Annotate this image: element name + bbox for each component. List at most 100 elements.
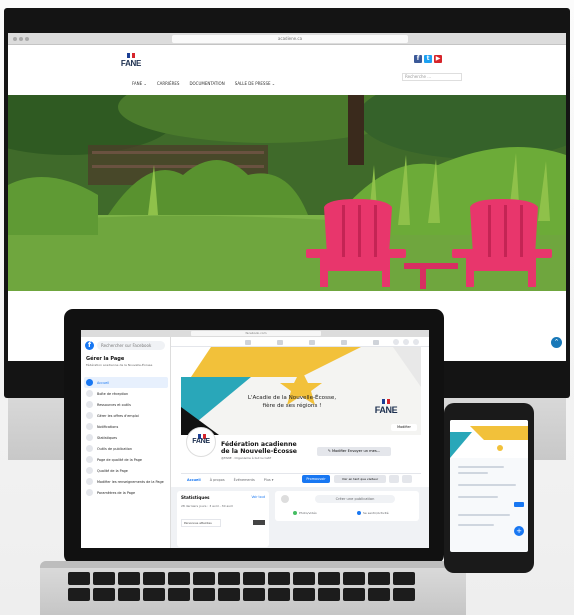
device-mockup-photo: acadiene.ca FANE f t ▶ Recherche ... FAN… [0, 0, 574, 615]
sidebar-item-label: Gérer les offres d'emploi [97, 413, 139, 418]
facebook-manage-sidebar: f Rechercher sur Facebook Gérer la Page … [81, 337, 171, 548]
phone-cover-svg [450, 420, 528, 458]
sidebar-item-notifications[interactable]: Notifications [84, 421, 168, 432]
promote-button[interactable]: Promouvoir [302, 475, 330, 483]
keyboard-key [193, 588, 215, 601]
keyboard-key [243, 572, 265, 585]
laptop-hinge [40, 561, 466, 568]
marketplace-icon[interactable] [309, 340, 315, 345]
tab-evenements[interactable]: Événements [234, 478, 255, 482]
home-icon[interactable] [245, 340, 251, 345]
browser-toolbar: acadiene.ca [8, 33, 566, 45]
sidebar-item-inbox[interactable]: Boîte de réception [84, 388, 168, 399]
sidebar-item-insights[interactable]: Statistiques [84, 432, 168, 443]
keyboard-key [168, 572, 190, 585]
reach-stat-box[interactable]: Personnes atteintes [181, 519, 221, 527]
messenger-icon[interactable] [403, 339, 409, 345]
sidebar-item-label: Ressources et outils [97, 402, 131, 407]
facebook-search-input[interactable]: Rechercher sur Facebook [97, 341, 165, 350]
tab-a-propos[interactable]: À propos [210, 478, 225, 482]
menu-icon[interactable] [393, 339, 399, 345]
twitter-icon[interactable]: t [424, 55, 432, 63]
browser-url-field[interactable]: acadiene.ca [172, 35, 408, 43]
phone-text-line [458, 466, 504, 468]
gaming-icon[interactable] [373, 340, 379, 345]
nav-item-carrieres[interactable]: CARRIÈRES [157, 81, 180, 86]
video-icon[interactable] [277, 340, 283, 345]
more-options-icon[interactable] [402, 475, 412, 483]
phone-text-line [458, 472, 488, 474]
gear-icon [86, 489, 93, 496]
feeling-activity-button[interactable]: Se sentir/Activité [357, 511, 389, 515]
notifications-icon[interactable] [413, 339, 419, 345]
youtube-icon[interactable]: ▶ [434, 55, 442, 63]
groups-icon[interactable] [341, 340, 347, 345]
phone-action-button[interactable] [514, 502, 524, 507]
keyboard-key [293, 588, 315, 601]
tools-icon [86, 401, 93, 408]
tab-plus[interactable]: Plus ▾ [264, 478, 274, 482]
phone-text-line [458, 496, 498, 498]
home-icon [86, 379, 93, 386]
sidebar-item-page-quality[interactable]: Qualité de la Page [84, 465, 168, 476]
cover-tagline-line1: L'Acadie de la Nouvelle-Écosse, [247, 395, 337, 401]
cover-fane-logo: FANE [373, 399, 399, 421]
sidebar-item-label: Accueil [97, 380, 110, 385]
photo-video-label: Photo/vidéo [299, 511, 317, 515]
see-as-visitor-button[interactable]: Voir en tant que visiteur [334, 475, 386, 483]
window-minimize-icon[interactable] [19, 37, 23, 41]
sidebar-item-publishing-tools[interactable]: Outils de publication [84, 443, 168, 454]
nav-item-salle-de-presse[interactable]: SALLE DE PRESSE ⌄ [235, 81, 275, 86]
nav-item-documentation[interactable]: DOCUMENTATION [189, 81, 224, 86]
sidebar-item-accueil[interactable]: Accueil [84, 377, 168, 388]
insights-title: Statistiques [181, 495, 210, 500]
sidebar-heading: Gérer la Page [86, 356, 125, 362]
laptop-screen: facebook.com f Rechercher sur Facebook G… [81, 330, 429, 548]
keyboard-key [143, 572, 165, 585]
sidebar-item-resources[interactable]: Ressources et outils [84, 399, 168, 410]
cover-logo-text: FANE [374, 405, 398, 415]
sidebar-item-edit-info[interactable]: Modifier les renseignements de la Page [84, 476, 168, 487]
sidebar-page-label: Fédération acadienne de la Nouvelle-Écos… [86, 363, 153, 367]
keyboard-key [268, 572, 290, 585]
site-logo[interactable]: FANE [120, 53, 142, 71]
keyboard-key [393, 572, 415, 585]
facebook-icon[interactable]: f [85, 341, 94, 350]
insights-period: 28 derniers jours : 3 avril - 30 avril [181, 504, 233, 508]
window-close-icon[interactable] [13, 37, 17, 41]
site-search-input[interactable]: Recherche ... [402, 73, 462, 81]
page-avatar[interactable]: FANE [187, 428, 215, 456]
nav-item-fane[interactable]: FANE ⌄ [132, 81, 147, 86]
pencil-icon [86, 478, 93, 485]
create-post-input[interactable]: Créer une publication [315, 495, 395, 503]
page-handle: @FANE · Organisme à but lucratif [221, 456, 272, 460]
facebook-icon[interactable]: f [414, 55, 422, 63]
search-icon[interactable] [389, 475, 399, 483]
sidebar-item-label: Statistiques [97, 435, 118, 440]
cover-photo: L'Acadie de la Nouvelle-Écosse, fière de… [181, 347, 421, 435]
browser-url-text: acadiene.ca [277, 36, 303, 41]
sidebar-item-jobs[interactable]: Gérer les offres d'emploi [84, 410, 168, 421]
smiley-icon [357, 511, 361, 515]
see-all-link[interactable]: Voir tout [251, 495, 265, 499]
sidebar-item-label: Modifier les renseignements de la Page [97, 479, 164, 484]
photo-video-button[interactable]: Photo/vidéo [293, 511, 317, 515]
briefcase-icon [86, 412, 93, 419]
window-zoom-icon[interactable] [25, 37, 29, 41]
keyboard-key [118, 572, 140, 585]
create-post-card: Créer une publication Photo/vidéo Se sen… [275, 491, 419, 521]
tab-accueil[interactable]: Accueil [187, 478, 201, 482]
laptop-url-field[interactable]: facebook.com [191, 331, 321, 336]
inbox-icon [86, 390, 93, 397]
chevron-up-icon[interactable]: ⌃ [551, 337, 562, 348]
laptop-browser-toolbar: facebook.com [81, 330, 429, 337]
edit-cover-button[interactable]: Modifier [391, 424, 417, 431]
site-logo-text: FANE [120, 59, 142, 68]
compose-icon[interactable]: + [514, 526, 524, 536]
sidebar-item-settings[interactable]: Paramètres de la Page [84, 487, 168, 498]
sidebar-item-page-quality-tools[interactable]: Page de qualité de la Page [84, 454, 168, 465]
edit-send-message-button[interactable]: ✎ Modifier Envoyer un mes... [317, 447, 391, 456]
keyboard-key [218, 572, 240, 585]
sidebar-item-label: Page de qualité de la Page [97, 457, 142, 462]
keyboard-key [193, 572, 215, 585]
